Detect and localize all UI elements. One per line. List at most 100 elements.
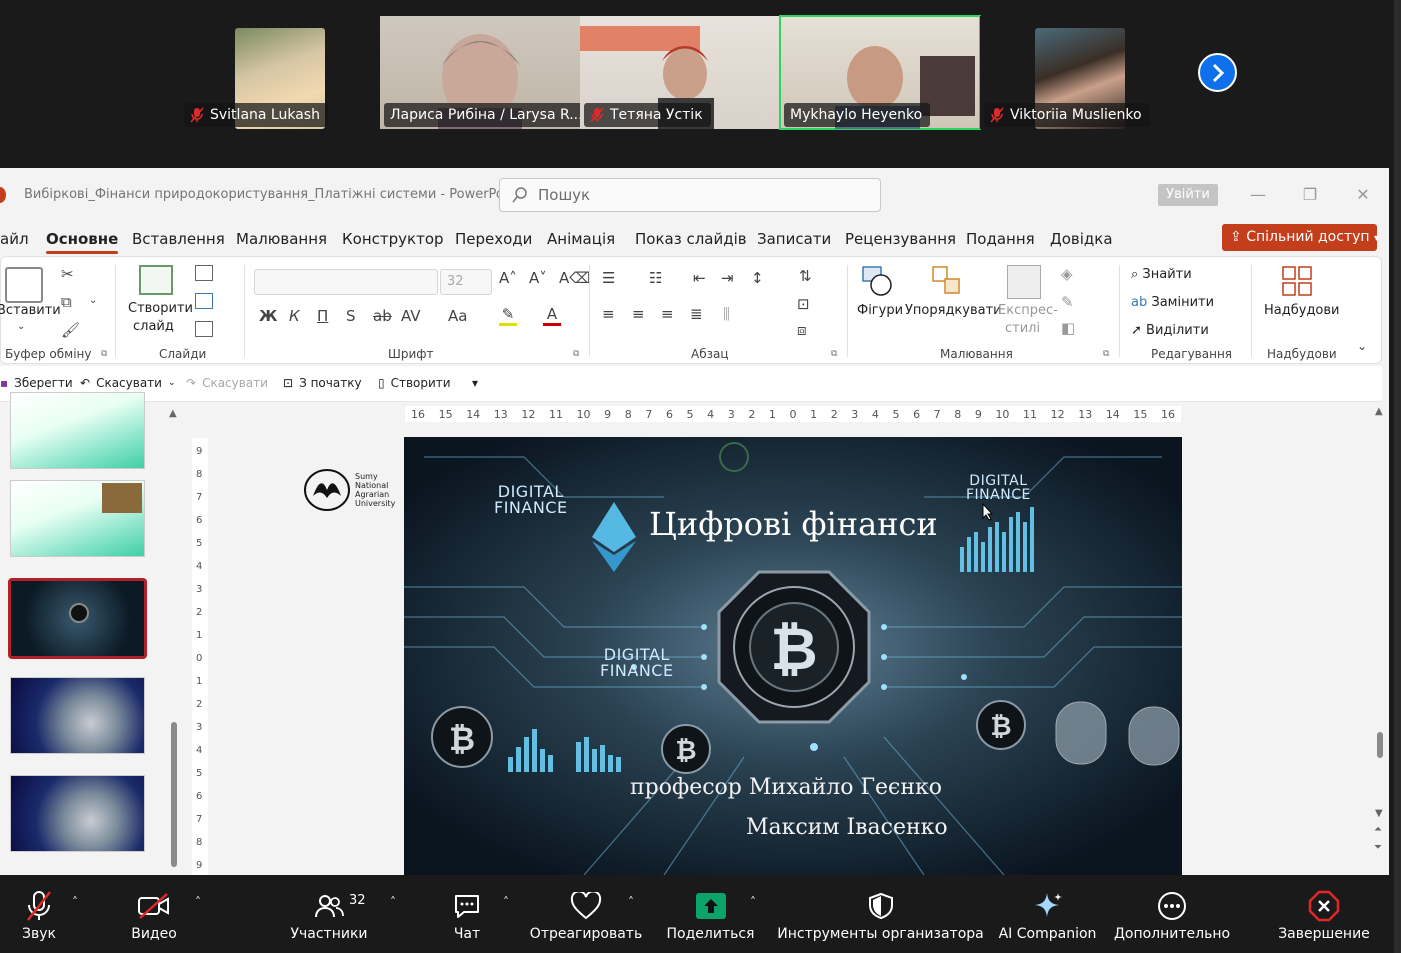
chevron-down-icon[interactable]: ⌄ <box>89 295 97 306</box>
highlight-icon[interactable]: ✎ <box>499 305 517 326</box>
arrange-button[interactable]: Упорядкувати <box>905 303 1002 318</box>
align-text-icon[interactable]: ⊡ <box>797 295 810 313</box>
slide-thumbnail-selected[interactable] <box>8 578 147 659</box>
audio-button[interactable]: Звук <box>16 875 62 953</box>
slide-thumbnail[interactable] <box>10 677 145 754</box>
participant-tile[interactable]: Viktoriia Muslienko <box>980 16 1180 129</box>
character-spacing-button[interactable]: AV <box>401 307 421 325</box>
tab-review[interactable]: Рецензування <box>845 230 956 248</box>
chat-options-icon[interactable]: ˄ <box>503 895 509 909</box>
decrease-font-icon[interactable]: A˅ <box>529 269 547 287</box>
increase-font-icon[interactable]: A˄ <box>499 269 517 287</box>
italic-button[interactable]: К <box>289 307 300 325</box>
video-options-icon[interactable]: ˄ <box>195 895 201 909</box>
tab-slideshow[interactable]: Показ слайдів <box>635 230 747 248</box>
tab-record[interactable]: Записати <box>757 230 831 248</box>
quick-styles-icon[interactable] <box>1007 265 1041 299</box>
slide-author-1[interactable]: професор Михайло Геєнко <box>630 775 942 800</box>
format-painter-icon[interactable]: 🖌 <box>61 321 80 339</box>
scroll-thumb[interactable] <box>171 722 177 867</box>
tab-design[interactable]: Конструктор <box>342 230 444 248</box>
thumbnails-scrollbar[interactable]: ▲ <box>168 402 182 875</box>
react-button[interactable]: Отреагировать <box>530 875 642 953</box>
save-button[interactable]: ▪ Зберегти <box>0 376 73 390</box>
window-scrollbar[interactable] <box>1394 0 1401 953</box>
scroll-down-icon[interactable]: ▼ <box>1375 808 1383 819</box>
from-start-button[interactable]: ⊡ З початку <box>283 376 362 390</box>
scroll-up-icon[interactable]: ▲ <box>169 408 177 419</box>
video-button[interactable]: Видео <box>128 875 180 953</box>
tab-draw[interactable]: Малювання <box>236 230 327 248</box>
redo-button[interactable]: ↷ Скасувати <box>186 376 268 390</box>
slide-thumbnail[interactable] <box>10 775 145 852</box>
shape-fill-icon[interactable]: ◈ <box>1061 265 1073 283</box>
reset-icon[interactable] <box>195 293 213 309</box>
align-left-icon[interactable]: ≡ <box>602 305 615 323</box>
tab-view[interactable]: Подання <box>966 230 1035 248</box>
chat-button[interactable]: Чат <box>452 875 482 953</box>
text-direction-icon[interactable]: ⇅ <box>799 267 812 285</box>
tab-insert[interactable]: Вставлення <box>132 230 225 248</box>
participants-options-icon[interactable]: ˄ <box>390 895 396 909</box>
underline-button[interactable]: П <box>317 307 328 325</box>
more-button[interactable]: Дополнительно <box>1114 875 1230 953</box>
copy-icon[interactable]: ⧉ <box>61 293 72 311</box>
align-right-icon[interactable]: ≡ <box>661 305 674 323</box>
react-options-icon[interactable]: ˄ <box>628 895 634 909</box>
share-screen-button[interactable]: Поделиться <box>667 875 754 953</box>
shapes-button[interactable]: Фігури <box>857 303 903 318</box>
slide-author-2[interactable]: Максим Івасенко <box>746 815 948 840</box>
scroll-thumb[interactable] <box>1377 732 1383 758</box>
search-box[interactable]: Пошук <box>499 178 881 212</box>
replace-button[interactable]: ab Замінити <box>1131 295 1214 310</box>
host-tools-button[interactable]: Инструменты организатора <box>777 875 984 953</box>
minimize-icon[interactable]: — <box>1247 184 1269 206</box>
participant-tile[interactable]: Тетяна Устік <box>580 16 780 129</box>
numbering-icon[interactable]: ☷ <box>649 269 662 287</box>
participant-tile[interactable]: Лариса Рибіна / Larysa R... <box>380 16 580 129</box>
bullets-icon[interactable]: ☰ <box>602 269 615 287</box>
layout-icon[interactable] <box>195 265 213 281</box>
close-icon[interactable]: ✕ <box>1352 184 1374 206</box>
slide-thumbnail[interactable] <box>10 480 145 557</box>
next-page-button[interactable] <box>1198 53 1237 92</box>
tab-help[interactable]: Довідка <box>1050 230 1113 248</box>
share-options-icon[interactable]: ˄ <box>750 895 756 909</box>
next-slide-icon[interactable]: ⏷ <box>1374 842 1382 853</box>
dialog-launcher-icon[interactable]: ⧉ <box>1103 349 1109 359</box>
paste-icon[interactable] <box>5 267 43 303</box>
undo-button[interactable]: ↶ Скасувати ⌄ <box>80 376 176 390</box>
quick-styles-button-line1[interactable]: Експрес- <box>998 303 1058 318</box>
collapse-ribbon-icon[interactable]: ⌄ <box>1357 339 1367 353</box>
font-color-icon[interactable]: A <box>543 305 561 326</box>
participants-button[interactable]: Участники <box>290 875 368 953</box>
chevron-down-icon[interactable]: ⌄ <box>17 321 25 332</box>
addins-button[interactable]: Надбудови <box>1264 303 1340 318</box>
section-icon[interactable] <box>195 321 213 337</box>
shapes-icon[interactable] <box>861 265 893 297</box>
participant-tile[interactable]: Svitlana Lukash <box>180 16 380 129</box>
sign-in-button[interactable]: Увійти <box>1158 184 1218 206</box>
active-speaker-tile[interactable]: Mykhaylo Heyenko <box>779 15 981 130</box>
paste-button[interactable]: Вставити <box>0 303 61 318</box>
share-button[interactable]: ⇪ Спільний доступ ▾ <box>1222 224 1379 251</box>
audio-options-icon[interactable]: ˄ <box>72 895 78 909</box>
strikethrough-button[interactable]: ab <box>373 307 392 325</box>
tab-home[interactable]: Основне <box>46 230 119 254</box>
slide-scrollbar[interactable]: ▲ ▼ ⏶ ⏷ <box>1372 402 1389 875</box>
tab-animations[interactable]: Анімація <box>547 230 615 248</box>
shape-effects-icon[interactable]: ◧ <box>1061 319 1075 337</box>
slide-thumbnail[interactable] <box>10 392 145 469</box>
change-case-button[interactable]: Aa <box>448 307 467 325</box>
end-meeting-button[interactable]: Завершение <box>1278 875 1370 953</box>
select-button[interactable]: ➚ Виділити <box>1131 323 1209 338</box>
find-button[interactable]: ⌕ Знайти <box>1131 267 1192 282</box>
previous-slide-icon[interactable]: ⏶ <box>1374 824 1382 835</box>
columns-icon[interactable]: ⫼ <box>723 305 730 323</box>
font-size-field[interactable]: 32 <box>440 269 492 295</box>
tab-file[interactable]: айл <box>0 230 29 248</box>
addins-icon[interactable] <box>1281 265 1313 297</box>
shape-outline-icon[interactable]: ✎ <box>1061 293 1074 311</box>
tab-transitions[interactable]: Переходи <box>455 230 532 248</box>
arrange-icon[interactable] <box>931 265 963 297</box>
